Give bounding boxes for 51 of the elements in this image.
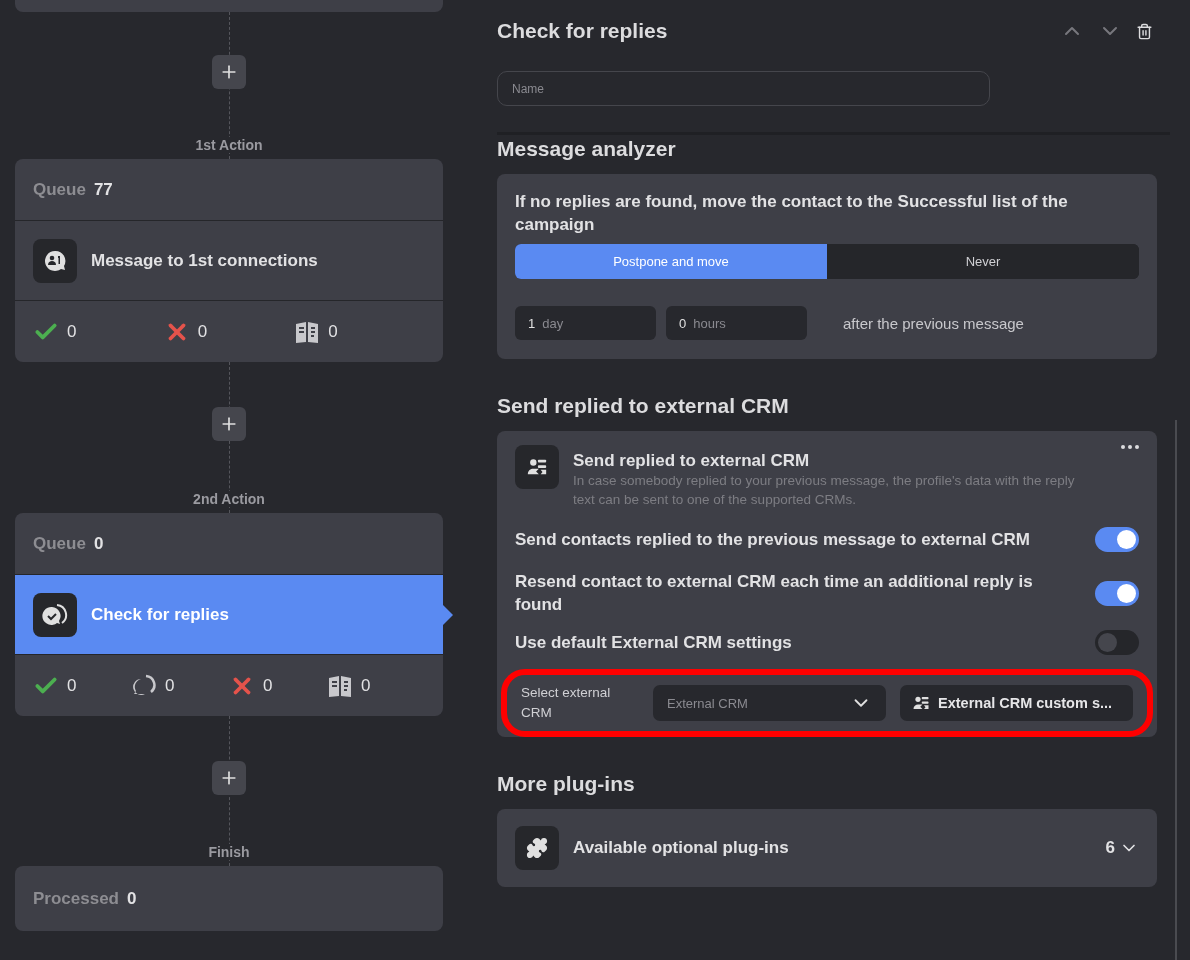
more-icon <box>1121 445 1139 449</box>
toggle-label: Send contacts replied to the previous message to external CRM <box>515 529 1030 551</box>
delay-field[interactable]: 1 day <box>515 306 656 340</box>
custom-settings-button[interactable]: External CRM custom s... <box>900 685 1133 721</box>
section-heading: Send replied to external CRM <box>497 394 790 418</box>
stat-count: 0 <box>165 675 175 696</box>
queue-label: Queue <box>33 533 86 554</box>
queue-count: 77 <box>93 179 113 200</box>
person-card-icon <box>912 694 930 712</box>
queue-label: Queue <box>33 179 86 200</box>
plugin-title: Send replied to external CRM <box>573 451 811 471</box>
plugin-description: In case somebody replied to your previous message, the profile's data with the reply text can be sent to one of the supported CRMs. <box>573 472 1076 509</box>
toggle-label: Resend contact to external CRM each time an additional reply is found <box>515 571 1034 616</box>
pointer-icon <box>443 604 453 625</box>
toggle-label: Use default External CRM settings <box>515 632 792 654</box>
add-step-button[interactable] <box>212 407 246 441</box>
queue-count: 0 <box>93 533 104 554</box>
delay-suffix: after the previous message <box>843 314 1024 332</box>
toggle-switch[interactable] <box>1095 580 1139 606</box>
analyzer-question: If no replies are found, move the contact to the Successful list of the campaign <box>515 191 1069 236</box>
chat-check-icon <box>42 602 68 627</box>
toggle-switch[interactable] <box>1095 527 1139 552</box>
puzzle-icon <box>526 837 548 859</box>
crm-dropdown[interactable]: External CRM <box>653 685 886 721</box>
stat-count: 0 <box>263 675 273 696</box>
select-label: Select external CRM <box>521 684 612 722</box>
stat-count: 0 <box>67 321 77 342</box>
panel-title: Check for replies <box>497 19 669 43</box>
delete-button[interactable] <box>1136 22 1153 40</box>
more-options-button[interactable] <box>1121 445 1139 449</box>
trash-icon <box>1136 22 1153 40</box>
section-heading: More plug-ins <box>497 772 636 796</box>
toggle-switch[interactable] <box>1095 630 1139 655</box>
processed-label: Processed <box>33 888 119 909</box>
action-item[interactable]: Message to 1st connections <box>15 221 443 301</box>
stat-count: 0 <box>361 675 371 696</box>
stat-count: 0 <box>67 675 77 696</box>
plugins-expander[interactable]: Available optional plug-ins 6 <box>515 826 1139 870</box>
stat-count: 0 <box>197 321 208 342</box>
section-heading: Message analyzer <box>497 137 677 161</box>
add-step-button[interactable] <box>212 55 246 89</box>
plugins-count: 6 <box>1105 838 1115 858</box>
processed-count: 0 <box>127 888 137 909</box>
stat-count: 0 <box>328 321 338 342</box>
name-field[interactable]: Name <box>497 71 990 106</box>
plugins-title: Available optional plug-ins <box>573 838 789 858</box>
delay-field[interactable]: 0 hours <box>666 306 807 340</box>
add-step-button[interactable] <box>212 761 246 795</box>
action-title: Check for replies <box>91 604 229 625</box>
chat-person-icon <box>43 248 67 273</box>
action-title: Message to 1st connections <box>91 250 318 271</box>
